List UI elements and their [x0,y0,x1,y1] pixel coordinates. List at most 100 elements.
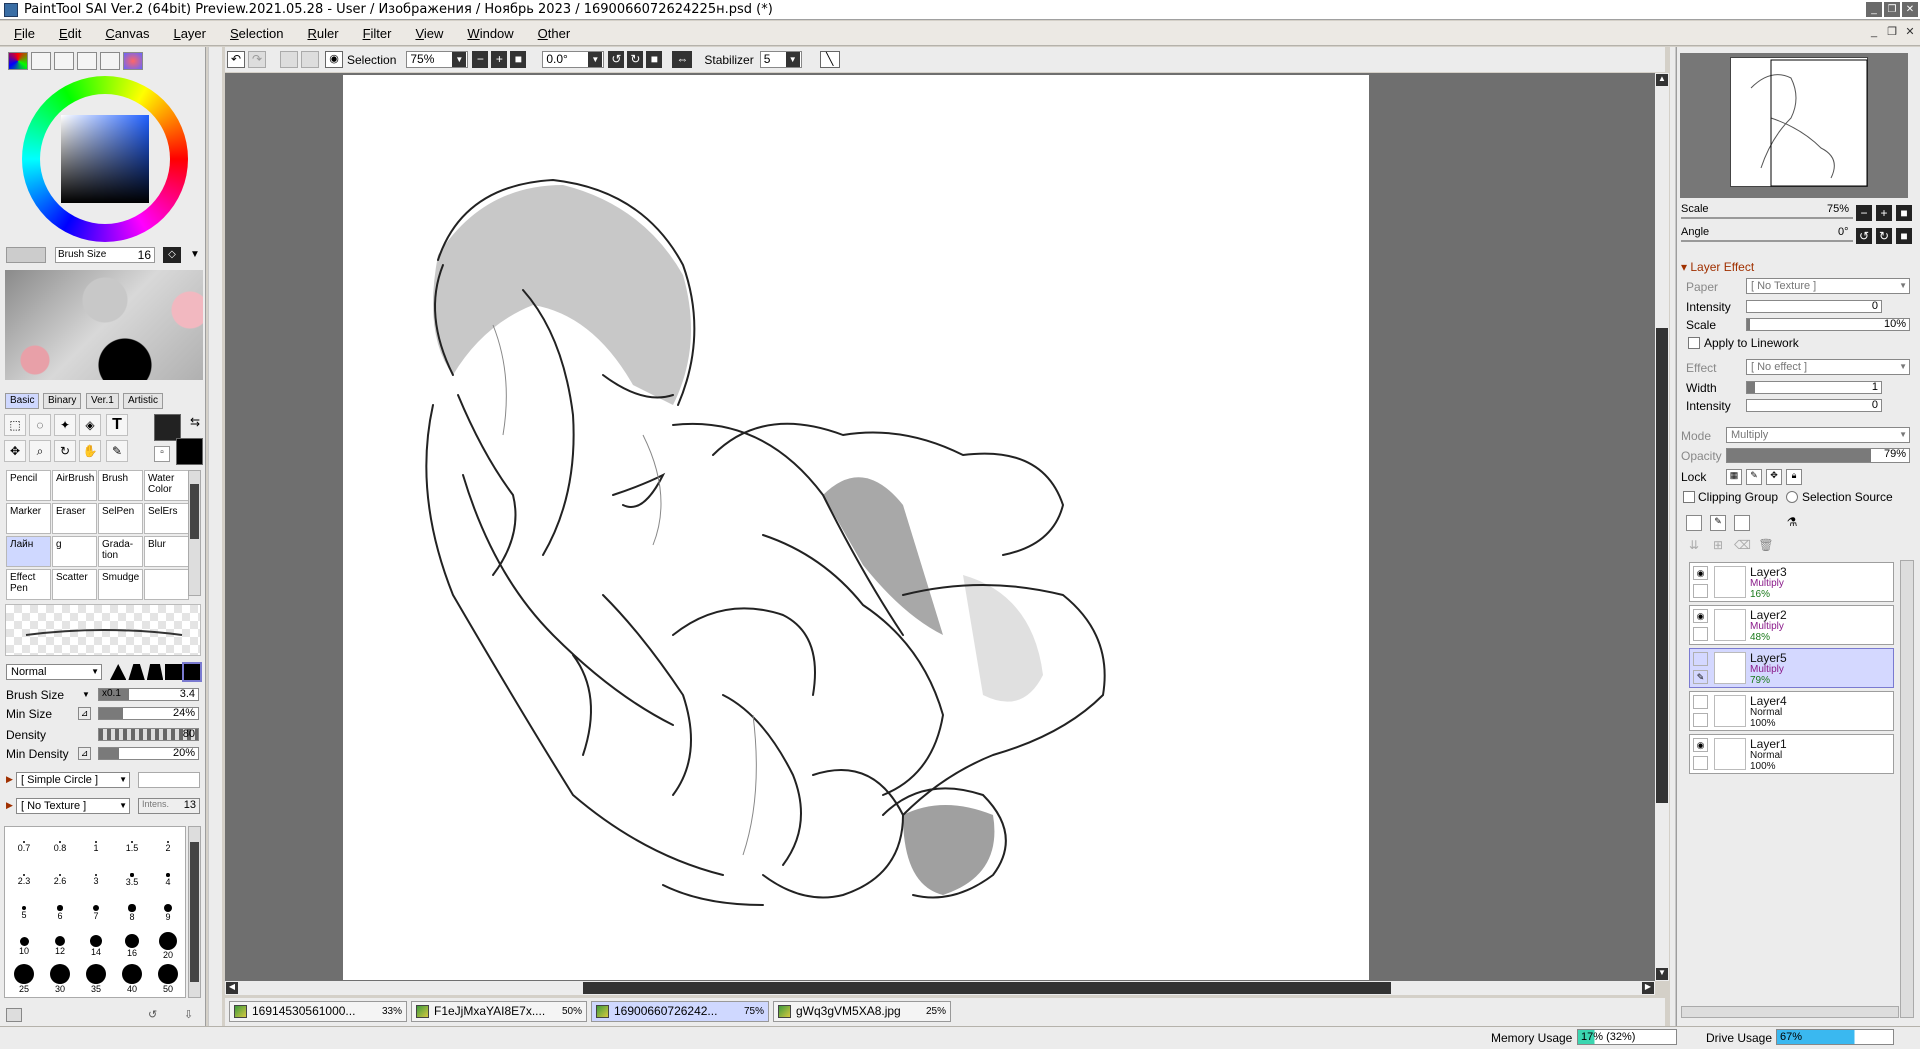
transparent-color-icon[interactable]: ▫ [154,446,170,462]
size-preset[interactable]: 7 [78,896,114,924]
secondary-color-swatch[interactable] [176,438,203,465]
eye-icon[interactable]: ◉ [325,51,343,68]
lock-all-icon[interactable]: 🔒︎ [1786,469,1802,485]
lasso-icon[interactable]: ◌ [29,414,51,436]
size-preset[interactable]: 5 [6,896,42,924]
hsv-slider-mode-icon[interactable] [54,52,74,70]
menu-window[interactable]: Window [453,26,523,41]
save-preset-icon[interactable]: ⇩ [184,1008,193,1021]
layer-edit-pen-icon[interactable] [1693,584,1708,598]
doc-tab[interactable]: F1eJjMxaYAI8E7x.... 50% [411,1001,587,1022]
doc-tab[interactable]: gWq3gVM5XA8.jpg 25% [773,1001,951,1022]
nav-rotate-right-icon[interactable]: ↻ [1876,228,1892,244]
size-preset[interactable]: 30 [42,962,78,994]
brush-slot[interactable]: AirBrush [52,470,97,501]
size-preset[interactable]: 16 [114,929,150,958]
expand-arrow-icon[interactable]: ▶ [6,800,13,811]
tip-medium-icon[interactable] [128,664,145,680]
layer-visibility-eye-icon[interactable] [1693,695,1708,709]
layer-edit-pen-icon[interactable] [1693,627,1708,641]
layer-visibility-eye-icon[interactable]: ◉ [1693,566,1708,580]
menu-view[interactable]: View [401,26,453,41]
undo-icon[interactable]: ↶ [227,51,245,68]
tip-flat-icon[interactable] [165,664,182,680]
quick-brush-size[interactable]: Brush Size 16 [55,247,155,263]
rect-select-icon[interactable]: ⬚ [4,414,26,436]
size-preset[interactable]: 4 [150,863,186,891]
layer-list-hscrollbar[interactable] [1681,1006,1899,1018]
pressure-icon[interactable]: ⊿ [78,707,91,720]
size-preset[interactable]: 2.3 [6,863,42,891]
restore-button[interactable]: ❐ [1884,2,1900,17]
swap-colors-icon[interactable]: ⇆ [190,415,200,429]
chevron-down-icon[interactable]: ▼ [190,249,200,260]
lock-move-icon[interactable]: ✥ [1766,469,1782,485]
brush-slot[interactable] [144,569,189,600]
menu-other[interactable]: Other [524,26,581,41]
menu-file[interactable]: File [0,26,45,41]
right-splitter[interactable] [1670,47,1676,1032]
layer-list-scrollbar[interactable] [1900,560,1914,1018]
texture-intensity-slider[interactable]: Intens. 13 [138,798,200,814]
stabilizer-select[interactable]: 5 ▼ [759,51,802,68]
brush-slot[interactable]: Water Color [144,470,189,501]
doc-restore-button[interactable]: ❐ [1884,25,1900,40]
mixer-mode-icon[interactable] [77,52,97,70]
density-slider[interactable]: 80 [98,728,199,741]
tab-basic[interactable]: Basic [5,393,40,409]
lock-paint-icon[interactable]: ✎ [1746,469,1762,485]
eyedropper-icon[interactable]: ✎ [106,440,128,462]
magic-wand-icon[interactable]: ✦ [54,414,76,436]
brush-slot[interactable]: Scatter [52,569,97,600]
left-splitter[interactable] [208,47,222,1032]
paper-texture-select[interactable]: [ No Texture ] ▼ [1746,278,1910,294]
brush-slot[interactable]: Лайн [6,536,51,567]
brush-slot[interactable]: Grada-tion [98,536,143,567]
redo-icon[interactable]: ↷ [248,51,266,68]
rotate-reset-icon[interactable]: ■ [646,51,663,68]
delete-layer-icon[interactable]: 🗑︎ [1758,538,1774,554]
nav-zoom-in-icon[interactable]: + [1876,205,1892,221]
pressure-icon[interactable]: ⊿ [78,747,91,760]
pen-pressure-icon[interactable]: ╲ [819,51,840,68]
brush-slot[interactable]: Effect Pen [6,569,51,600]
size-preset[interactable]: 0.8 [42,830,78,858]
brush-size-slider[interactable]: x0.1 3.4 [98,688,199,701]
rotate-icon[interactable]: ↻ [54,440,76,462]
rotate-left-icon[interactable]: ↺ [608,51,625,68]
tip-sharp-icon[interactable] [110,664,127,680]
brush-slot[interactable]: Blur [144,536,189,567]
flip-horizontal-icon[interactable]: ⇔ [672,51,693,68]
brush-slot[interactable]: SelErs [144,503,189,534]
size-preset[interactable]: 2.6 [42,863,78,891]
move-icon[interactable]: ✥ [4,440,26,462]
scratchpad-mode-icon[interactable] [123,52,143,70]
blend-mode-select[interactable]: Normal ▼ [6,664,102,680]
expand-arrow-icon[interactable]: ▶ [6,774,13,785]
menu-layer[interactable]: Layer [159,26,216,41]
layer-opacity-slider[interactable]: 79% [1726,448,1910,463]
size-preset[interactable]: 3 [78,863,114,891]
brush-slot[interactable]: Marker [6,503,51,534]
size-preset[interactable]: 1 [78,830,114,858]
brush-slot[interactable]: Smudge [98,569,143,600]
effect-intensity-slider[interactable]: 0 [1746,399,1882,412]
zoom-out-icon[interactable]: − [472,51,489,68]
new-folder-icon[interactable] [1734,515,1750,531]
menu-edit[interactable]: Edit [45,26,91,41]
brush-grid-scroll-thumb[interactable] [190,484,199,539]
rgb-slider-mode-icon[interactable] [31,52,51,70]
layer-row[interactable]: ◉ Layer2 Multiply 48% [1689,605,1894,645]
size-preset[interactable]: 35 [78,962,114,994]
size-preset[interactable]: 6 [42,896,78,924]
doc-tab[interactable]: 16914530561000... 33% [229,1001,407,1022]
rotate-right-icon[interactable]: ↻ [627,51,644,68]
size-preset[interactable]: 0.7 [6,830,42,858]
doc-tab-active[interactable]: 16900660726242... 75% [591,1001,769,1022]
min-size-slider[interactable]: 24% [98,707,199,720]
scroll-up-icon[interactable]: ▲ [1656,74,1668,86]
zoom-icon[interactable]: ⌕ [29,440,51,462]
brush-slot[interactable]: SelPen [98,503,143,534]
doc-close-button[interactable]: ✕ [1902,25,1918,40]
size-preset[interactable]: 1.5 [114,830,150,858]
